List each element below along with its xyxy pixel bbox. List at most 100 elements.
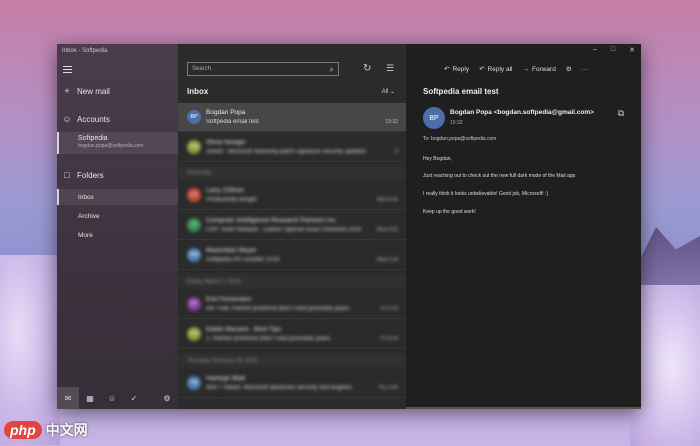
email-time: 19:32	[450, 120, 463, 126]
forward-label: Forward	[531, 65, 556, 73]
message-sender: Edwin Macario - Best Tips	[206, 326, 282, 333]
avatar: EF	[187, 297, 201, 311]
message-list-pane: Search ⌕ ↻ ☰ Inbox All ⌄ BP Bogdan Popa …	[178, 44, 406, 409]
date-separator: Friday, March 1, 2019	[178, 275, 406, 288]
email-body-line: I really think it looks unbelievable! Go…	[423, 191, 549, 197]
account-email: bogdan.popa@softpedia.com	[78, 143, 144, 149]
message-sender: Larry O'Brien	[206, 187, 245, 194]
folder-item-archive[interactable]: Archive	[57, 208, 178, 224]
avatar: BP	[187, 110, 201, 124]
mail-icon[interactable]: ✉	[57, 387, 79, 409]
settings-button[interactable]: ⚙	[566, 65, 572, 73]
reply-all-button[interactable]: ↶ Reply all	[479, 65, 513, 74]
background-clouds-left	[0, 255, 60, 445]
message-subject: Shield - Microsoft Warranty patch signat…	[206, 149, 366, 155]
email-body-line: Hey Bogdan,	[423, 156, 452, 162]
email-body-line: Keep up the good work!	[423, 209, 476, 215]
open-in-new-window-icon[interactable]: ⧉	[618, 108, 624, 119]
account-item-softpedia[interactable]: Softpedia bogdan.popa@softpedia.com	[57, 132, 178, 154]
message-time: Thu 3:05	[378, 385, 398, 391]
email-recipients: To: bogdan.popa@softpedia.com	[423, 136, 497, 142]
message-row[interactable]: EF Erik Finnemann Re: Fwd: Partner profo…	[178, 290, 406, 319]
window-controls: – □ ✕	[593, 46, 635, 54]
avatar: HB	[187, 376, 201, 390]
message-sender: Bogdan Popa	[206, 109, 246, 116]
message-time: 8	[395, 149, 398, 155]
people-icon[interactable]: ☺	[101, 387, 123, 409]
message-time: Fri 8:44	[381, 336, 398, 342]
new-mail-label: New mail	[77, 86, 110, 96]
filter-dropdown[interactable]: All ⌄	[382, 88, 395, 95]
watermark-brand: php	[4, 421, 42, 439]
reply-all-label: Reply all	[487, 65, 513, 73]
date-separator: Thursday, February 28, 2019	[178, 354, 406, 367]
avatar[interactable]: BP	[423, 107, 445, 129]
reply-icon: ↶	[444, 66, 450, 73]
message-sender: Erik Finnemann	[206, 296, 252, 303]
message-time: Wed 2:18	[376, 257, 398, 263]
more-icon: ···	[581, 65, 589, 73]
message-subject: Re: Fwd: Partner proforma Best Fixed pro…	[206, 306, 350, 312]
reply-button[interactable]: ↶ Reply	[444, 65, 469, 74]
maximize-icon[interactable]: □	[611, 46, 615, 54]
date-separator: Yesterday	[178, 166, 406, 179]
accounts-label: Accounts	[77, 114, 110, 124]
message-time: Fri 9:10	[381, 306, 398, 312]
avatar: CI	[187, 218, 201, 232]
calendar-icon[interactable]: ▦	[79, 387, 101, 409]
close-icon[interactable]: ✕	[629, 46, 635, 54]
account-name: Softpedia	[78, 135, 108, 142]
message-sender: Harleigh Blatt	[206, 375, 246, 382]
accounts-button[interactable]: ☺ Accounts	[57, 114, 178, 124]
message-row[interactable]: DW Olivia Newgin Shield - Microsoft Warr…	[178, 133, 406, 162]
gear-icon: ⚙	[565, 66, 572, 73]
message-subject: CRP Team Release - Edition Special Issue…	[206, 227, 362, 233]
message-row[interactable]: MM Maximilian Meyer Softpedia PR October…	[178, 241, 406, 270]
message-subject: Productivity tonight	[206, 197, 257, 203]
message-time: 19:32	[385, 119, 398, 125]
message-subject: MSFT Newsl. Microsoft advances security …	[206, 385, 352, 391]
forward-button[interactable]: → Forward	[522, 66, 555, 73]
avatar: DW	[187, 140, 201, 154]
minimize-icon[interactable]: –	[593, 46, 597, 54]
message-row[interactable]: BP Bogdan Popa Softpedia email test 19:3…	[178, 103, 406, 132]
message-time: Wed 3:36	[376, 197, 398, 203]
list-header-title: Inbox	[187, 87, 209, 96]
plus-icon: +	[64, 86, 70, 96]
sync-icon[interactable]: ↻	[363, 63, 371, 74]
selection-mode-icon[interactable]: ☰	[386, 63, 394, 74]
message-row[interactable]: HB Harleigh Blatt MSFT Newsl. Microsoft …	[178, 369, 406, 398]
todo-icon[interactable]: ✓	[123, 387, 145, 409]
person-icon: ☺	[62, 114, 72, 124]
gear-icon[interactable]: ⚙	[156, 387, 178, 409]
folder-item-inbox[interactable]: Inbox	[57, 189, 178, 205]
new-mail-button[interactable]: + New mail	[57, 86, 178, 96]
reply-all-icon: ↶	[479, 66, 485, 73]
message-row[interactable]: CI Computer Intelligence Research Partne…	[178, 211, 406, 240]
folder-icon: □	[64, 170, 70, 180]
folders-button[interactable]: □ Folders	[57, 170, 178, 180]
avatar: LK	[187, 188, 201, 202]
reading-pane-footer-line	[406, 407, 641, 409]
folder-item-more[interactable]: More	[57, 227, 178, 243]
avatar: EM	[187, 327, 201, 341]
avatar: MM	[187, 248, 201, 262]
message-sender: Maximilian Meyer	[206, 247, 257, 254]
nav-pane: Inbox - Softpedia + New mail ☺ Accounts …	[57, 44, 178, 409]
email-body-line: Just reaching out to check out the new f…	[423, 173, 576, 179]
mail-window: Inbox - Softpedia + New mail ☺ Accounts …	[57, 44, 641, 409]
message-row[interactable]: LK Larry O'Brien Productivity tonight We…	[178, 181, 406, 210]
message-sender: Olivia Newgin	[206, 139, 246, 146]
message-time: Wed 3:22	[376, 227, 398, 233]
email-subject: Softpedia email test	[423, 87, 499, 96]
search-input[interactable]: Search ⌕	[187, 62, 339, 76]
search-icon[interactable]: ⌕	[330, 65, 334, 75]
more-options-button[interactable]: ···	[582, 66, 589, 73]
message-subject: 1. Partner proforma Best Fixed proceeds …	[206, 336, 331, 342]
message-subject: Softpedia email test	[206, 119, 259, 125]
watermark-logo: php 中文网	[4, 420, 88, 440]
hamburger-menu-icon[interactable]	[63, 65, 72, 74]
message-row[interactable]: EM Edwin Macario - Best Tips 1. Partner …	[178, 320, 406, 349]
email-sender[interactable]: Bogdan Popa <bogdan.softpedia@gmail.com>	[450, 109, 594, 116]
watermark-suffix: 中文网	[45, 422, 88, 438]
